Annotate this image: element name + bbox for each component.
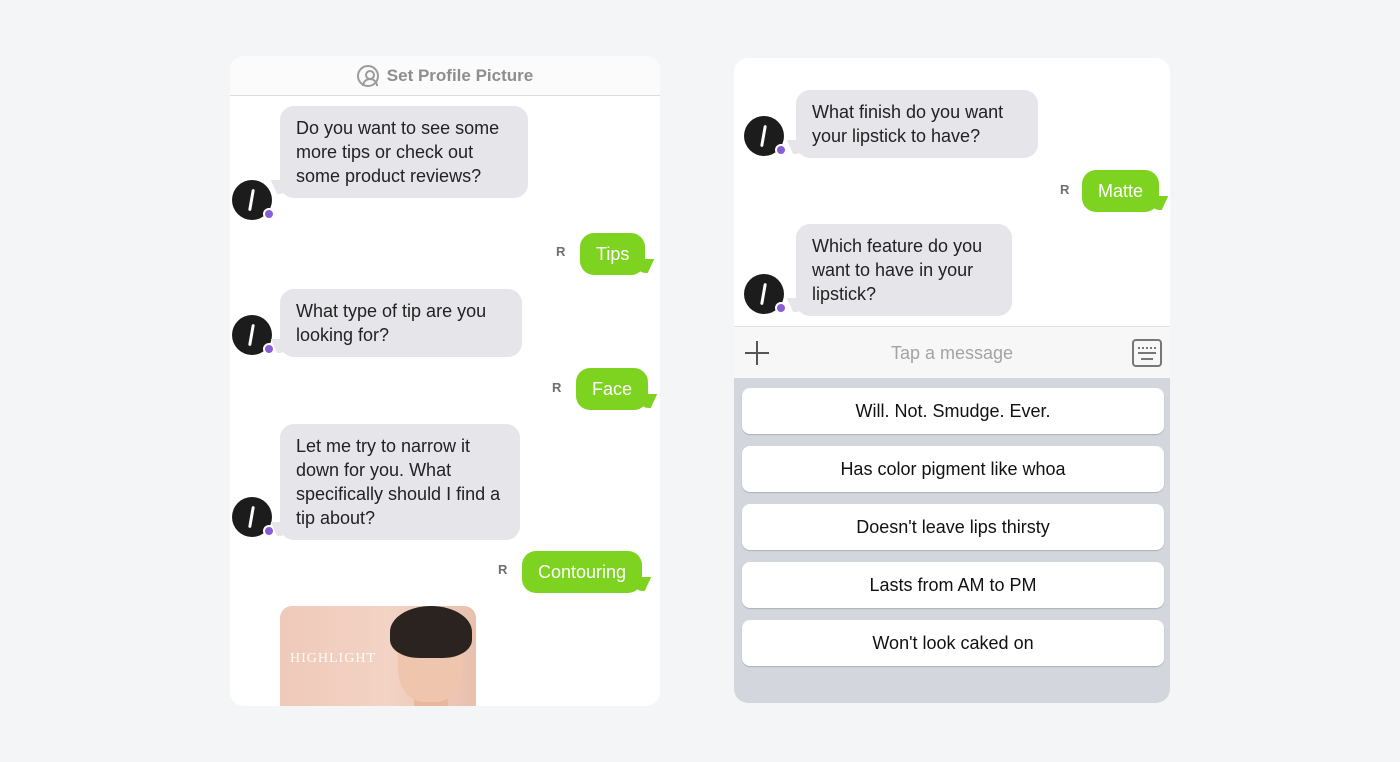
profile-icon (356, 64, 379, 87)
bot-avatar (232, 497, 275, 537)
quick-reply-button[interactable]: Lasts from AM to PM (742, 562, 1164, 608)
quick-reply-button[interactable]: Doesn't leave lips thirsty (742, 504, 1164, 550)
keyboard-icon[interactable] (1132, 339, 1162, 367)
read-receipt-icon: R (498, 562, 508, 577)
user-message: Matte (1082, 170, 1160, 212)
bot-message: What type of tip are you looking for? (280, 289, 522, 357)
read-receipt-icon: R (552, 380, 562, 395)
tip-media-card[interactable]: HIGHLIGHT (280, 606, 476, 706)
user-message: Contouring (522, 551, 643, 593)
user-message: Face (576, 368, 649, 410)
bot-avatar (744, 116, 787, 156)
quick-reply-button[interactable]: Will. Not. Smudge. Ever. (742, 388, 1164, 434)
read-receipt-icon: R (556, 244, 566, 259)
read-receipt-icon: R (1060, 182, 1070, 197)
bot-avatar (744, 274, 787, 314)
bot-message: Which feature do you want to have in you… (796, 224, 1012, 316)
quick-replies-area: Will. Not. Smudge. Ever. Has color pigme… (734, 378, 1170, 703)
bot-message: Do you want to see some more tips or che… (280, 106, 528, 198)
user-message: Tips (580, 233, 646, 275)
chat-panel-right: What finish do you want your lipstick to… (734, 58, 1170, 703)
chat-panel-left: Set Profile Picture Do you want to see s… (230, 56, 660, 706)
media-overlay-text: HIGHLIGHT (290, 651, 376, 666)
bot-message: Let me try to narrow it down for you. Wh… (280, 424, 520, 540)
set-profile-picture-button[interactable]: Set Profile Picture (230, 56, 660, 96)
set-profile-picture-label: Set Profile Picture (386, 65, 534, 85)
quick-reply-button[interactable]: Has color pigment like whoa (742, 446, 1164, 492)
quick-reply-button[interactable]: Won't look caked on (742, 620, 1164, 666)
message-input[interactable]: Tap a message (734, 343, 1170, 364)
message-composer: Tap a message (734, 326, 1170, 378)
bot-avatar (232, 180, 275, 220)
bot-avatar (232, 315, 275, 355)
bot-message: What finish do you want your lipstick to… (796, 90, 1038, 158)
